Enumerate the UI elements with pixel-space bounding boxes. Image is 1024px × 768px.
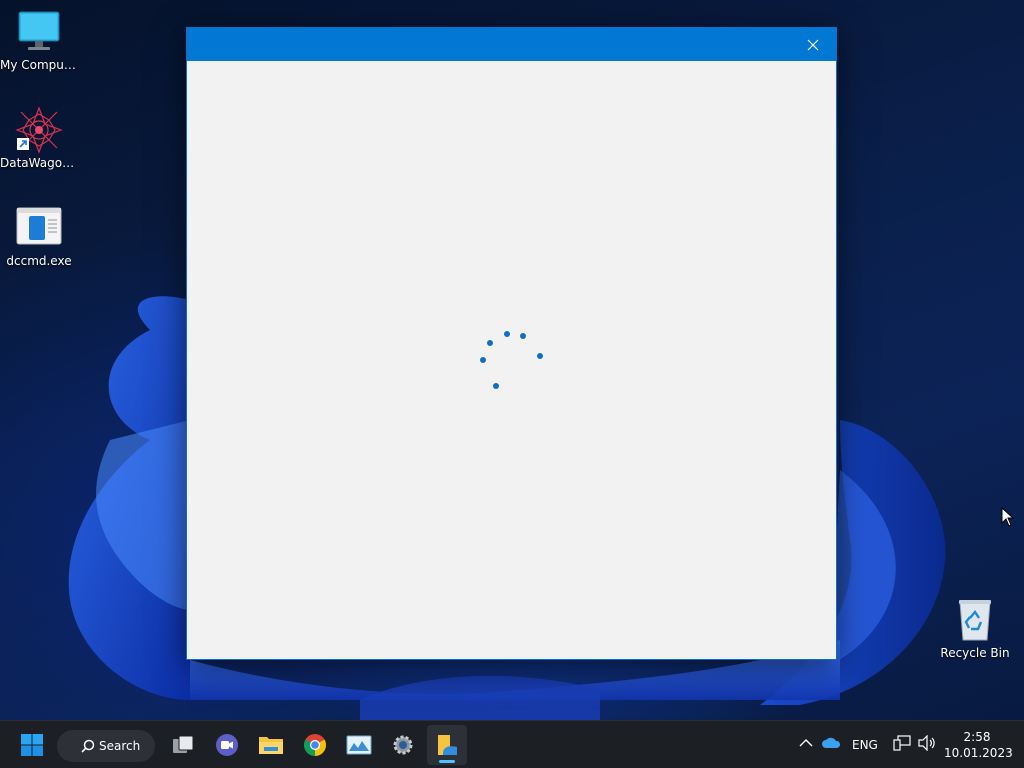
- image-viewer-icon: [346, 735, 372, 755]
- clock-time: 2:58: [963, 730, 991, 744]
- file-explorer-icon: [259, 737, 283, 754]
- start-icon: [21, 734, 43, 756]
- close-button[interactable]: [790, 28, 836, 61]
- desktop-icon-label: DataWagon...: [0, 156, 78, 170]
- taskbar-chat[interactable]: [207, 725, 247, 765]
- chevron-up-icon: [799, 739, 813, 747]
- desktop-icon-dccmd[interactable]: dccmd.exe: [0, 204, 78, 268]
- tray-overflow-button[interactable]: [799, 737, 813, 751]
- taskbar-settings[interactable]: [383, 725, 423, 765]
- spinner-dot: [493, 383, 499, 389]
- taskbar-search-button[interactable]: Search: [57, 730, 155, 762]
- taskbar-chrome[interactable]: [295, 725, 335, 765]
- tray-volume[interactable]: [917, 734, 937, 754]
- desktop-icon-recycle-bin[interactable]: Recycle Bin: [936, 596, 1014, 660]
- monitor-icon: [15, 8, 63, 56]
- search-icon: [81, 739, 95, 753]
- task-view-icon: [173, 735, 194, 753]
- recycle-bin-icon: [951, 596, 999, 644]
- desktop-icon-label: Recycle Bin: [940, 646, 1010, 660]
- window-content: [187, 61, 836, 659]
- mouse-cursor-icon: [1001, 506, 1015, 531]
- tray-language[interactable]: ENG: [852, 738, 878, 752]
- taskbar-active-app[interactable]: [427, 725, 467, 765]
- chrome-icon: [304, 734, 326, 756]
- volume-icon: [918, 734, 935, 752]
- desktop-icon-label: My Computer: [0, 58, 78, 72]
- tray-clock[interactable]: 2:58 10.01.2023: [944, 729, 1013, 761]
- network-icon: [893, 735, 911, 751]
- tray-onedrive[interactable]: [821, 736, 841, 753]
- start-button[interactable]: [12, 725, 52, 765]
- exe-file-icon: [15, 204, 63, 252]
- spinner-dot: [520, 333, 526, 339]
- spinner-dot: [480, 357, 486, 363]
- active-app-icon: [438, 735, 457, 755]
- window-titlebar[interactable]: [187, 28, 836, 61]
- desktop: My Computer DataWagon... dccmd.exe Recyc…: [0, 0, 1024, 720]
- active-app-indicator: [439, 760, 455, 763]
- loading-spinner: [477, 327, 547, 397]
- desktop-icon-my-computer[interactable]: My Computer: [0, 8, 78, 72]
- spinner-dot: [487, 340, 493, 346]
- settings-gear-icon: [393, 735, 413, 755]
- taskbar: Search ENG 2:58 10.01.2023: [0, 720, 1024, 768]
- taskbar-photos[interactable]: [339, 725, 379, 765]
- desktop-icon-datawagon[interactable]: DataWagon...: [0, 106, 78, 170]
- clock-date: 10.01.2023: [944, 746, 1013, 760]
- close-icon: [807, 39, 819, 50]
- desktop-icon-label: dccmd.exe: [6, 254, 72, 268]
- tray-network[interactable]: [893, 735, 911, 754]
- onedrive-cloud-icon: [822, 737, 841, 748]
- datawagon-shortcut-icon: [15, 106, 63, 154]
- app-window: [186, 27, 837, 660]
- spinner-dot: [504, 331, 510, 337]
- spinner-dot: [537, 353, 543, 359]
- taskbar-task-view[interactable]: [163, 725, 203, 765]
- teams-chat-icon: [216, 734, 238, 756]
- taskbar-file-explorer[interactable]: [251, 725, 291, 765]
- search-label: Search: [99, 739, 141, 753]
